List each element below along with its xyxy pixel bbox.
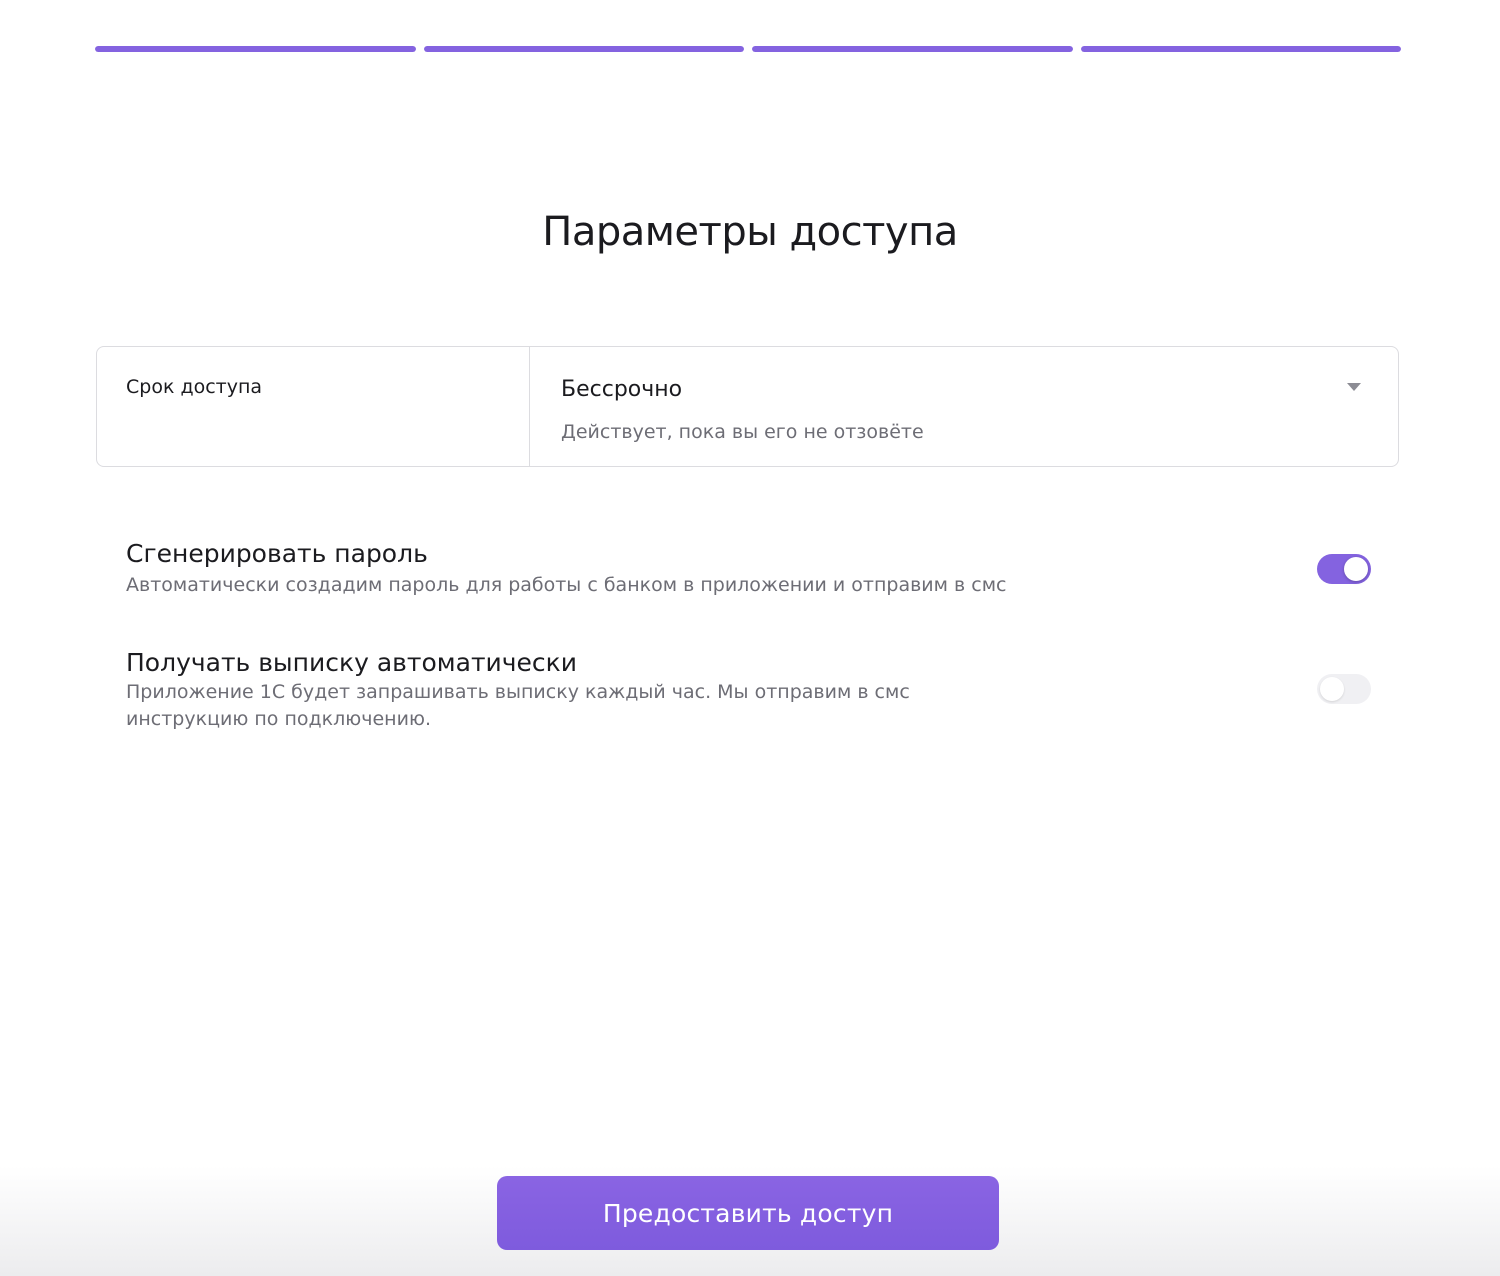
- toggle-knob: [1320, 677, 1344, 701]
- progress-bar: [95, 46, 1401, 52]
- auto-statement-toggle[interactable]: [1317, 674, 1371, 704]
- access-term-label: Срок доступа: [126, 376, 263, 398]
- progress-step-4-fill: [1080, 46, 1401, 52]
- access-term-select[interactable]: Бессрочно Действует, пока вы его не отзо…: [530, 347, 1398, 466]
- page-title: Параметры доступа: [542, 209, 958, 255]
- progress-step-2: [423, 46, 744, 52]
- generate-password-toggle[interactable]: [1317, 554, 1371, 584]
- progress-step-1: [95, 46, 416, 52]
- toggle-knob: [1344, 557, 1368, 581]
- progress-step-3: [752, 46, 1073, 52]
- progress-step-2-fill: [423, 46, 744, 52]
- option-auto-statement: Получать выписку автоматически Приложени…: [126, 648, 1372, 733]
- access-term-label-cell: Срок доступа: [97, 347, 530, 466]
- progress-step-4: [1080, 46, 1401, 52]
- option-auto-statement-title: Получать выписку автоматически: [126, 648, 578, 677]
- progress-step-3-fill: [752, 46, 1073, 52]
- access-term-field: Срок доступа Бессрочно Действует, пока в…: [96, 346, 1399, 467]
- grant-access-button[interactable]: Предоставить доступ: [497, 1176, 999, 1250]
- access-term-value: Бессрочно: [561, 377, 683, 402]
- chevron-down-icon: [1347, 383, 1361, 391]
- option-generate-password-description: Автоматически создадим пароль для работы…: [126, 574, 1007, 596]
- option-auto-statement-description: Приложение 1С будет запрашивать выписку …: [126, 681, 910, 730]
- progress-step-1-fill: [95, 46, 416, 52]
- option-generate-password: Сгенерировать пароль Автоматически созда…: [126, 539, 1372, 599]
- option-generate-password-title: Сгенерировать пароль: [126, 539, 428, 568]
- access-term-hint: Действует, пока вы его не отзовёте: [561, 421, 924, 443]
